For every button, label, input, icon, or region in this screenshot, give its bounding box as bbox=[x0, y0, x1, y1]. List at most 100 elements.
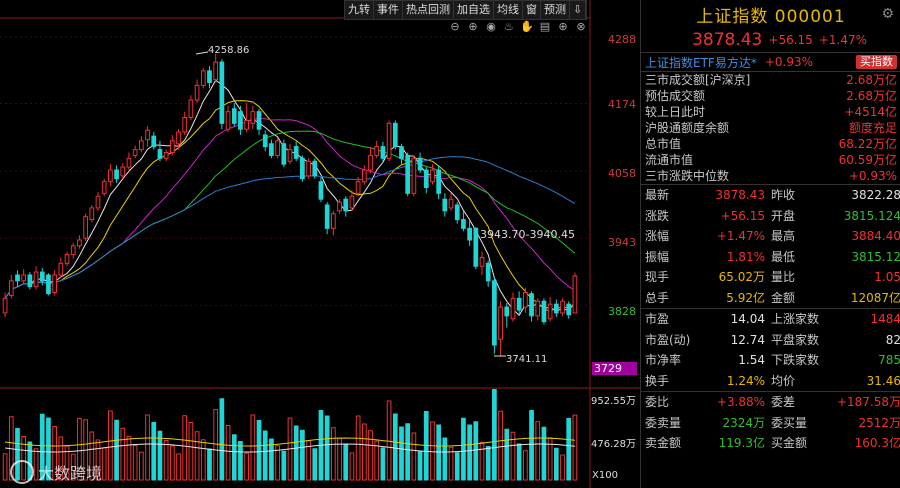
quote-value: 82 bbox=[885, 332, 900, 347]
candle-body bbox=[108, 169, 113, 183]
market-info-value: +0.93% bbox=[848, 169, 897, 183]
quote-value: 119.3亿 bbox=[718, 436, 765, 450]
etf-row[interactable]: 上证指数ETF易方达* +0.93% 买指数 bbox=[641, 53, 900, 72]
volume-bar bbox=[231, 434, 237, 481]
candle-body bbox=[138, 140, 144, 151]
buy-index-button[interactable]: 买指数 bbox=[856, 55, 897, 69]
quote-grid-1: 最新 3878.43 昨收 3822.28 涨跌 +56.15 开盘 3815.124 涨幅 +1… bbox=[641, 184, 900, 308]
print-icon[interactable]: ▤ bbox=[538, 20, 552, 33]
candle-body bbox=[64, 254, 70, 264]
volume-bar bbox=[392, 413, 398, 481]
candle-body bbox=[448, 198, 454, 209]
candle-body bbox=[411, 157, 417, 194]
volume-bar bbox=[219, 398, 225, 481]
volume-bar bbox=[163, 440, 169, 481]
quote-value: 1.81% bbox=[726, 249, 765, 264]
volume-bar bbox=[194, 431, 200, 481]
volume-bar bbox=[114, 419, 119, 481]
market-info-list: 三市成交额[沪深京] 2.68万亿 预估成交额 2.68万亿 较上日此时 +4514亿 沪股… bbox=[641, 72, 900, 184]
y-label-4174: 4174 bbox=[608, 98, 636, 111]
toolbar-item-backtest[interactable]: 热点回测 bbox=[403, 1, 454, 19]
candle-body bbox=[157, 149, 163, 159]
market-info-value: 2.68万亿 bbox=[846, 73, 897, 87]
market-info-label: 较上日此时 bbox=[645, 105, 706, 119]
candle-body bbox=[194, 84, 200, 101]
plus-icon[interactable]: ⊕ bbox=[556, 20, 570, 33]
quote-value: 2512万 bbox=[858, 415, 900, 430]
candle-body bbox=[380, 146, 386, 159]
close-icon[interactable]: ⊗ bbox=[574, 20, 588, 33]
volume-bar bbox=[108, 410, 113, 481]
quote-label: 买金额 bbox=[771, 436, 808, 450]
candle-body bbox=[275, 140, 280, 156]
candle-body bbox=[8, 280, 14, 296]
candle-body bbox=[225, 111, 231, 130]
quote-label: 振幅 bbox=[645, 249, 670, 264]
market-info-row: 流通市值 60.59万亿 bbox=[641, 152, 900, 168]
high-annotation-line bbox=[195, 51, 209, 55]
quote-value: 3815.12 bbox=[851, 249, 900, 264]
toolbar-item-jiuzhuan[interactable]: 九转 bbox=[345, 1, 374, 19]
candle-body bbox=[145, 129, 150, 141]
candle-body bbox=[213, 61, 219, 81]
volume-bar bbox=[386, 400, 392, 481]
zoom-out-icon[interactable]: ⊖ bbox=[448, 20, 462, 33]
toolbar-item-ma[interactable]: 均线 bbox=[494, 1, 523, 19]
quote-label: 委卖量 bbox=[645, 415, 682, 430]
etf-pct: +0.93% bbox=[764, 55, 814, 69]
volume-unit: X100 bbox=[592, 470, 618, 481]
candle-body bbox=[120, 166, 126, 177]
quote-label: 卖金额 bbox=[645, 436, 682, 450]
volume-bar bbox=[2, 453, 8, 481]
candle-body bbox=[430, 169, 435, 183]
volume-bar bbox=[368, 430, 373, 481]
quote-row: 换手 1.24% 均价 31.46 bbox=[641, 371, 900, 392]
volume-label-mid: 476.28万 bbox=[591, 439, 636, 450]
quote-label: 委买量 bbox=[771, 415, 808, 430]
etf-name-link[interactable]: 上证指数ETF易方达* bbox=[645, 54, 757, 71]
last-price: 3878.43 bbox=[692, 30, 763, 50]
cup-icon[interactable]: ♨ bbox=[502, 20, 516, 33]
quote-value: 160.3亿 bbox=[854, 436, 900, 450]
quote-value: 14.04 bbox=[730, 312, 765, 326]
volume-bar bbox=[522, 450, 528, 481]
candle-body bbox=[312, 160, 318, 177]
toolbar-item-predict[interactable]: 预测 bbox=[541, 1, 570, 19]
candle-body bbox=[330, 213, 336, 229]
market-info-row: 沪股通额度余额 额度充足 bbox=[641, 120, 900, 136]
quote-label: 委比 bbox=[645, 395, 670, 409]
volume-bar bbox=[504, 428, 510, 481]
chart-icon-bar: ⊖ ⊕ ◉ ♨ ✋ ▤ ⊕ ⊗ bbox=[448, 20, 588, 33]
zoom-in-icon[interactable]: ⊕ bbox=[466, 20, 480, 33]
candle-body bbox=[436, 169, 442, 194]
market-info-label: 总市值 bbox=[645, 137, 682, 151]
quote-value: 2324万 bbox=[722, 415, 765, 430]
toolbar-collapse-icon[interactable]: ⇩ bbox=[570, 1, 587, 19]
kline-chart-area[interactable]: 九转 事件 热点回测 加自选 均线 窗 预测 ⇩ ⊖ ⊕ ◉ ♨ ✋ ▤ ⊕ ⊗… bbox=[0, 0, 640, 488]
quote-value: 12087亿 bbox=[850, 290, 900, 305]
watermark: 大数跨境 bbox=[10, 460, 102, 484]
kline-chart[interactable] bbox=[0, 0, 640, 488]
quote-label: 下跌家数 bbox=[771, 353, 820, 367]
candle-body bbox=[95, 195, 101, 209]
market-info-label: 三市涨跌中位数 bbox=[645, 169, 730, 183]
toolbar-item-events[interactable]: 事件 bbox=[374, 1, 403, 19]
quote-value: +3.88% bbox=[716, 395, 765, 409]
hand-icon[interactable]: ✋ bbox=[520, 20, 534, 33]
quote-row: 卖金额 119.3亿 买金额 160.3亿 bbox=[641, 433, 900, 454]
quote-row: 市净率 1.54 下跌家数 785 bbox=[641, 350, 900, 371]
market-info-label: 沪股通额度余额 bbox=[645, 121, 730, 135]
candle-body bbox=[52, 274, 58, 293]
candle-body bbox=[207, 70, 212, 84]
toolbar-item-add-favorite[interactable]: 加自选 bbox=[454, 1, 494, 19]
y-label-4058: 4058 bbox=[608, 167, 636, 180]
volume-bar bbox=[516, 443, 522, 481]
eye-icon[interactable]: ◉ bbox=[484, 20, 498, 33]
candle-body bbox=[15, 274, 20, 282]
gear-icon[interactable]: ⚙ bbox=[881, 6, 895, 22]
toolbar-item-window[interactable]: 窗 bbox=[523, 1, 541, 19]
volume-bar bbox=[572, 414, 578, 481]
quote-label: 最新 bbox=[645, 188, 670, 202]
candle-body bbox=[349, 195, 355, 209]
volume-bar bbox=[399, 426, 404, 481]
